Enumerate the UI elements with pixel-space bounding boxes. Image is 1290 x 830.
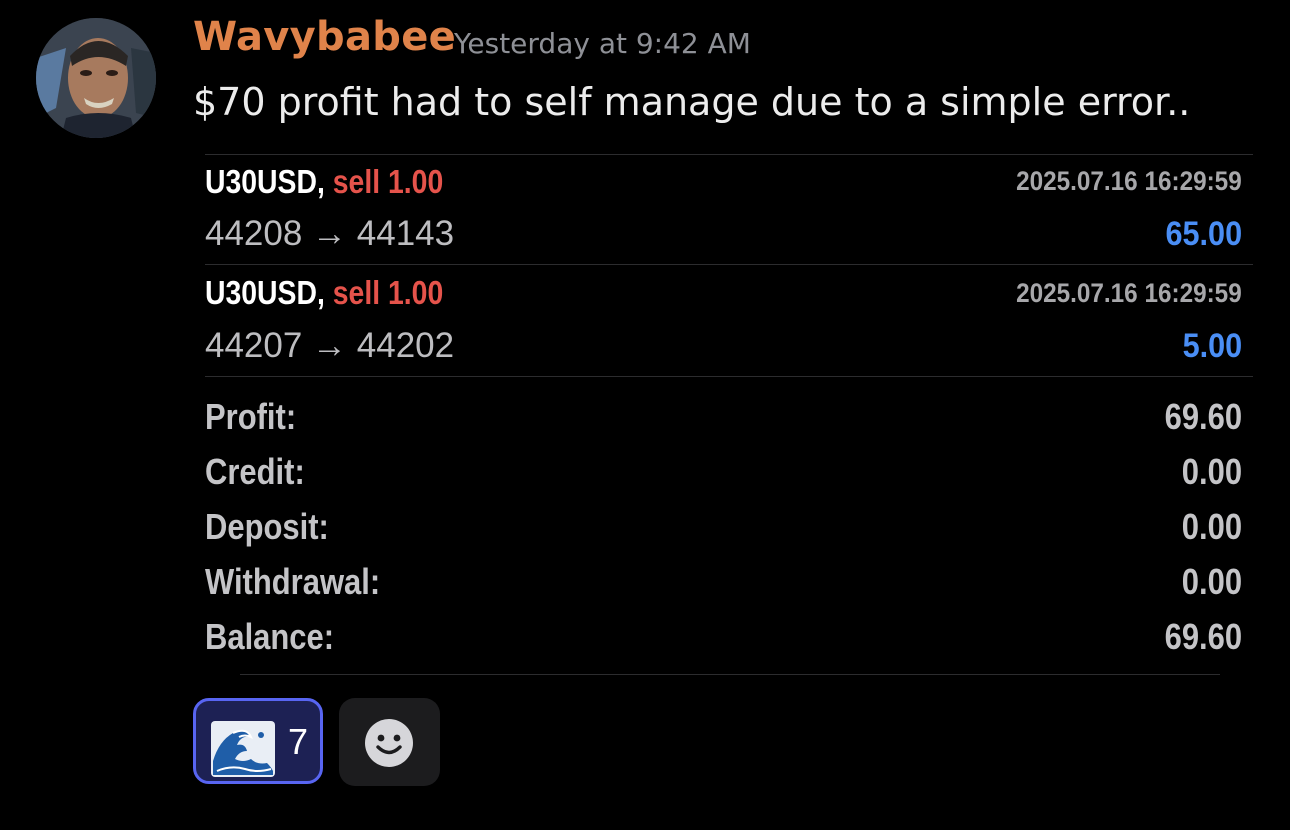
add-reaction-smiley-icon bbox=[365, 719, 413, 767]
summary-value: 0.00 bbox=[1181, 506, 1242, 547]
trade-profit: 5.00 bbox=[1182, 327, 1242, 365]
author-name[interactable]: Wavybabee bbox=[193, 14, 456, 60]
divider bbox=[240, 674, 1220, 675]
trade-symbol: U30USD, bbox=[205, 163, 325, 200]
summary-label: Credit: bbox=[205, 451, 305, 492]
trade-datetime: 2025.07.16 16:29:59 bbox=[1016, 166, 1242, 196]
summary-value: 69.60 bbox=[1164, 616, 1242, 657]
trade-datetime: 2025.07.16 16:29:59 bbox=[1016, 278, 1242, 308]
summary-value: 0.00 bbox=[1181, 561, 1242, 602]
add-reaction-button[interactable] bbox=[339, 698, 440, 786]
divider bbox=[205, 376, 1253, 377]
trade-side: sell 1.00 bbox=[332, 163, 444, 200]
summary-label: Profit: bbox=[205, 396, 297, 437]
wave-emoji-icon bbox=[211, 721, 275, 777]
avatar-image bbox=[36, 18, 156, 138]
message-text: $70 profit had to self manage due to a s… bbox=[193, 80, 1191, 124]
reaction-wave-button[interactable]: 7 bbox=[193, 698, 323, 784]
divider bbox=[205, 154, 1253, 155]
summary-value: 0.00 bbox=[1181, 451, 1242, 492]
summary-label: Deposit: bbox=[205, 506, 329, 547]
trade-prices: 44207 → 44202 bbox=[205, 326, 455, 365]
author-avatar[interactable] bbox=[36, 18, 156, 138]
trade-prices: 44208 → 44143 bbox=[205, 214, 455, 253]
trade-side: sell 1.00 bbox=[332, 274, 444, 311]
summary-value: 69.60 bbox=[1164, 396, 1242, 437]
trade-symbol-line: U30USD, sell 1.00 bbox=[205, 274, 443, 312]
trade-symbol: U30USD, bbox=[205, 274, 325, 311]
trade-profit: 65.00 bbox=[1165, 215, 1242, 253]
summary-label: Withdrawal: bbox=[205, 561, 381, 602]
trade-symbol-line: U30USD, sell 1.00 bbox=[205, 163, 443, 201]
message-timestamp: Yesterday at 9:42 AM bbox=[454, 27, 751, 60]
divider bbox=[205, 264, 1253, 265]
reaction-count: 7 bbox=[288, 721, 309, 762]
summary-label: Balance: bbox=[205, 616, 335, 657]
